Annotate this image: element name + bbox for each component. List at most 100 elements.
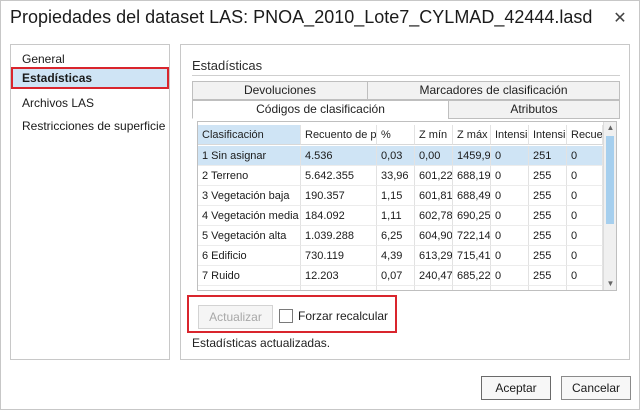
table-cell	[415, 286, 453, 290]
table-cell	[453, 286, 491, 290]
table-cell: 2 Terreno	[198, 166, 301, 186]
table-cell: 1459,9	[453, 146, 491, 166]
force-recalc-label[interactable]: Forzar recalcular	[298, 309, 388, 323]
tab-atributos[interactable]: Atributos	[448, 100, 620, 119]
column-header[interactable]: Clasificación	[198, 125, 301, 145]
column-header[interactable]: Recuento de p	[301, 125, 377, 145]
table-row[interactable]: 4 Vegetación media 184.092 1,11 602,78 690,2…	[198, 206, 603, 226]
close-icon[interactable]: ✕	[605, 3, 635, 33]
table-row[interactable]: 1 Sin asignar 4.536 0,03 0,00 1459,9 0 251 0	[198, 146, 603, 166]
table-cell: 0	[491, 146, 529, 166]
table-cell: 715,41	[453, 246, 491, 266]
table-cell: 602,78	[415, 206, 453, 226]
cancel-button[interactable]: Cancelar	[561, 376, 631, 400]
table-cell: 601,22	[415, 166, 453, 186]
scroll-thumb[interactable]	[606, 136, 614, 224]
table-cell: 688,49	[453, 186, 491, 206]
table-cell: 184.092	[301, 206, 377, 226]
table-cell: 613,29	[415, 246, 453, 266]
column-header[interactable]: Z mín	[415, 125, 453, 145]
table-cell: 190.357	[301, 186, 377, 206]
table-cell: 12.203	[301, 266, 377, 286]
table-cell	[377, 286, 415, 290]
sidebar-item-archivos-las[interactable]: Archivos LAS	[12, 92, 168, 114]
table-cell: 255	[529, 186, 567, 206]
table-cell: 3 Vegetación baja	[198, 186, 301, 206]
tab-devoluciones[interactable]: Devoluciones	[192, 81, 368, 100]
scroll-down-icon[interactable]: ▼	[604, 278, 616, 290]
table-cell: 601,81	[415, 186, 453, 206]
sidebar-item-restricciones[interactable]: Restricciones de superficie	[12, 115, 168, 137]
scroll-up-icon[interactable]: ▲	[604, 122, 616, 134]
properties-dialog: Propiedades del dataset LAS: PNOA_2010_L…	[0, 0, 640, 410]
table-row[interactable]: 2 Terreno 5.642.355 33,96 601,22 688,19 0 255 0	[198, 166, 603, 186]
table-cell	[567, 286, 603, 290]
table-cell: 255	[529, 206, 567, 226]
update-button[interactable]: Actualizar	[198, 305, 273, 329]
ok-button[interactable]: Aceptar	[481, 376, 551, 400]
table-cell: 0	[567, 226, 603, 246]
column-header[interactable]: Intensi	[529, 125, 567, 145]
section-title: Estadísticas	[192, 58, 263, 73]
table-cell: 6,25	[377, 226, 415, 246]
table-cell: 255	[529, 246, 567, 266]
force-recalc-checkbox[interactable]	[279, 309, 293, 323]
column-header[interactable]: Intensi	[491, 125, 529, 145]
table-cell: 0	[567, 246, 603, 266]
title-bar: Propiedades del dataset LAS: PNOA_2010_L…	[1, 1, 639, 37]
table-row[interactable]: 8 ...	[198, 286, 603, 290]
classification-table: Clasificación Recuento de p % Z mín Z má…	[197, 121, 617, 291]
table-row[interactable]: 3 Vegetación baja 190.357 1,15 601,81 688,49…	[198, 186, 603, 206]
table-cell: 4 Vegetación media	[198, 206, 301, 226]
table-cell: 690,25	[453, 206, 491, 226]
vertical-scrollbar[interactable]: ▲ ▼	[603, 122, 616, 290]
table-cell: 0	[567, 206, 603, 226]
main-panel: Estadísticas Devoluciones Marcadores de …	[180, 44, 630, 360]
table-cell: 8 ...	[198, 286, 301, 290]
table-cell: 5.642.355	[301, 166, 377, 186]
tab-codigos-clasificacion[interactable]: Códigos de clasificación	[192, 100, 449, 119]
table-cell: 251	[529, 146, 567, 166]
table-cell: 1,11	[377, 206, 415, 226]
table-cell: 1,15	[377, 186, 415, 206]
table-cell: 0	[567, 186, 603, 206]
table-cell	[301, 286, 377, 290]
table-cell: 688,19	[453, 166, 491, 186]
table-row[interactable]: 5 Vegetación alta 1.039.288 6,25 604,90 722,…	[198, 226, 603, 246]
table-cell: 730.119	[301, 246, 377, 266]
table-cell: 0	[491, 226, 529, 246]
table-cell: 604,90	[415, 226, 453, 246]
table-cell: 255	[529, 226, 567, 246]
table-cell: 0,07	[377, 266, 415, 286]
table-cell	[529, 286, 567, 290]
table-cell	[491, 286, 529, 290]
table-cell: 0,00	[415, 146, 453, 166]
table-cell: 240,47	[415, 266, 453, 286]
table-cell: 0	[491, 266, 529, 286]
table-cell: 255	[529, 266, 567, 286]
table-cell: 0	[567, 166, 603, 186]
table-cell: 685,22	[453, 266, 491, 286]
table-cell: 33,96	[377, 166, 415, 186]
table-cell: 0	[491, 206, 529, 226]
table-cell: 0	[491, 246, 529, 266]
tab-marcadores-clasificacion[interactable]: Marcadores de clasificación	[367, 81, 620, 100]
table-cell: 1.039.288	[301, 226, 377, 246]
column-header[interactable]: Z máx	[453, 125, 491, 145]
table-cell: 0,03	[377, 146, 415, 166]
table-cell: 0	[491, 186, 529, 206]
table-cell: 4.536	[301, 146, 377, 166]
table-cell: 0	[567, 146, 603, 166]
table-cell: 7 Ruido	[198, 266, 301, 286]
column-header[interactable]: %	[377, 125, 415, 145]
section-divider	[192, 75, 620, 76]
sidebar-item-estadisticas[interactable]: Estadísticas	[11, 67, 169, 89]
table-cell: 722,14	[453, 226, 491, 246]
table-row[interactable]: 6 Edificio 730.119 4,39 613,29 715,41 0 255 0	[198, 246, 603, 266]
table-cell: 6 Edificio	[198, 246, 301, 266]
table-cell: 0	[567, 266, 603, 286]
column-header[interactable]: Recuen	[567, 125, 603, 145]
dialog-title: Propiedades del dataset LAS: PNOA_2010_L…	[10, 7, 593, 27]
table-cell: 0	[491, 166, 529, 186]
table-row[interactable]: 7 Ruido 12.203 0,07 240,47 685,22 0 255 0	[198, 266, 603, 286]
